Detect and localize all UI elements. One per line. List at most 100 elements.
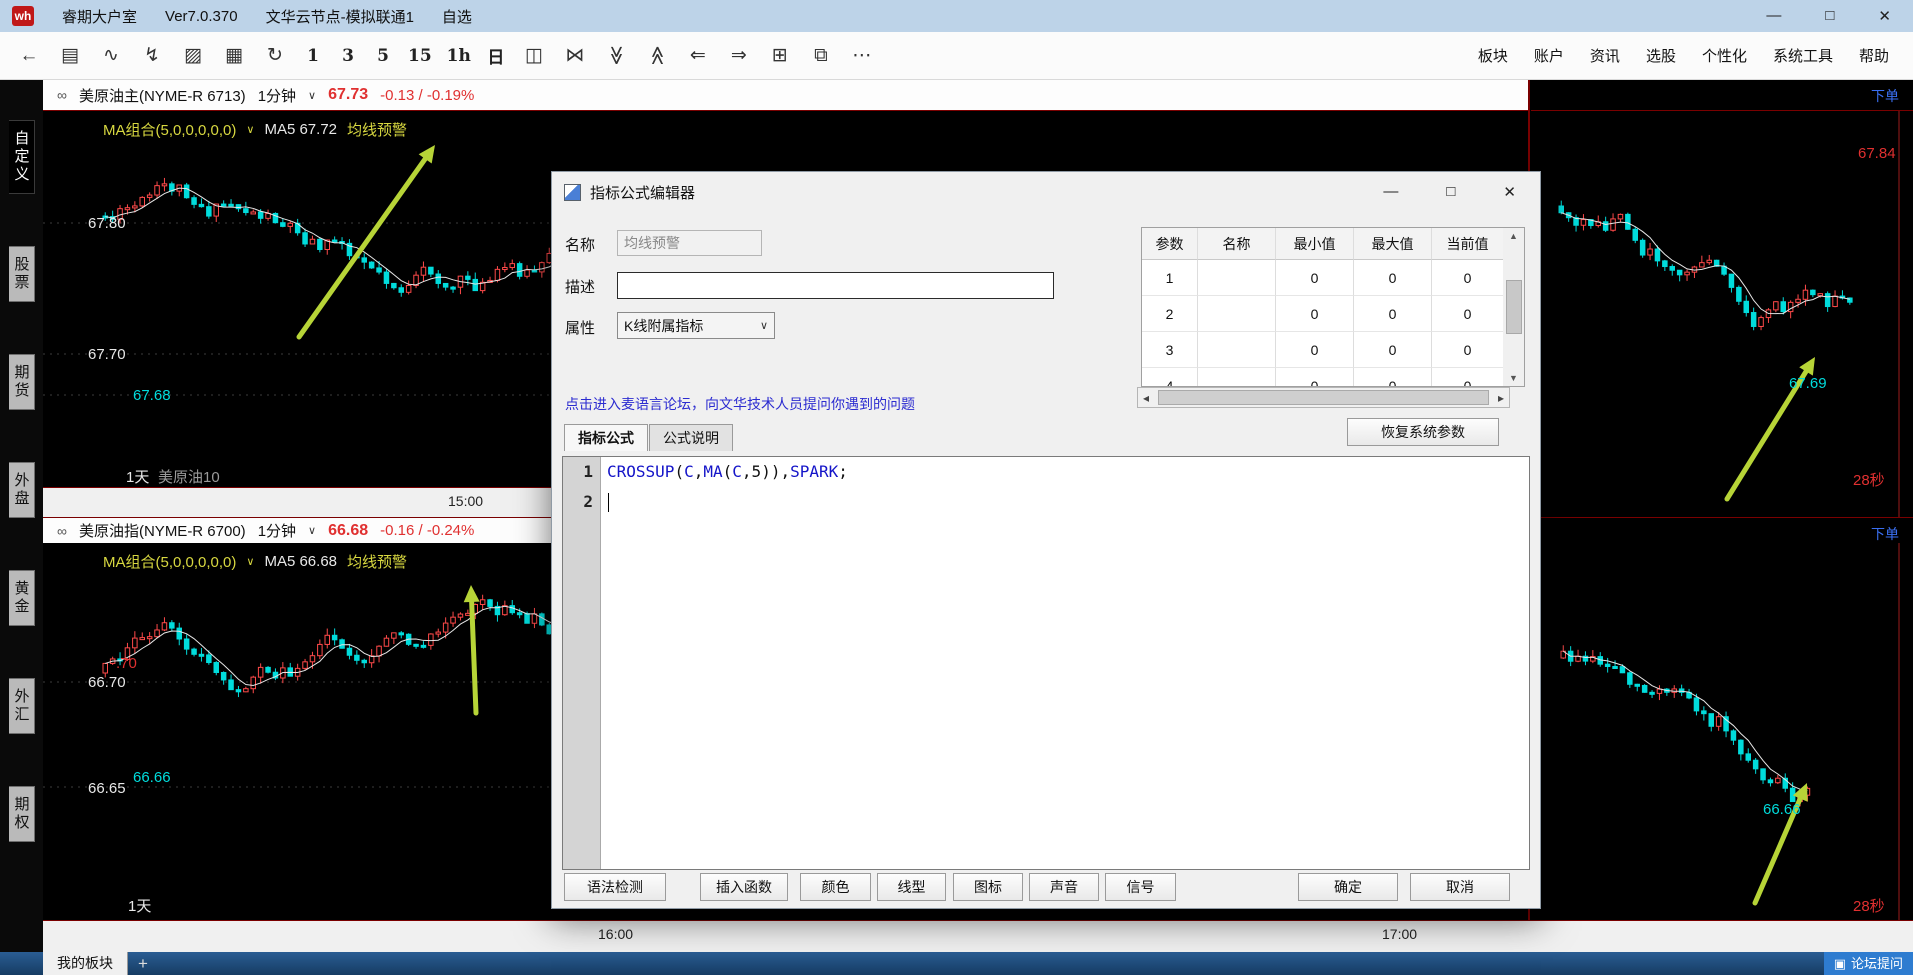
place-order-link[interactable]: 下单 <box>1871 86 1899 106</box>
table-horizontal-scrollbar[interactable]: ◂ ▸ <box>1137 387 1510 408</box>
tab-formula-description[interactable]: 公式说明 <box>649 424 733 451</box>
sidebar-tab-stocks[interactable]: 股票 <box>8 246 35 302</box>
param-current-cell[interactable]: 0 <box>1432 260 1503 296</box>
more-icon[interactable]: ⋯ <box>849 44 875 67</box>
table-vertical-scrollbar[interactable]: ▲ ▼ <box>1503 227 1525 387</box>
param-name-cell[interactable] <box>1198 332 1276 368</box>
save-icon[interactable]: ▦ <box>221 44 247 67</box>
next-page-icon[interactable]: ⇒ <box>726 44 752 67</box>
chart-bottom-right[interactable]: 66.66 28秒 <box>1531 543 1913 920</box>
window-maximize-button[interactable]: □ <box>1825 7 1834 25</box>
contract-period-tab[interactable]: 1天 <box>126 466 149 487</box>
forum-help-link[interactable]: 点击进入麦语言论坛，向文华技术人员提问你遇到的问题 <box>565 394 915 414</box>
trend-line-icon[interactable]: ∿ <box>98 44 124 67</box>
instrument-name[interactable]: 美原油指(NYME-R 6700) <box>79 520 246 541</box>
scroll-left-icon[interactable]: ◂ <box>1138 391 1154 405</box>
syntax-check-button[interactable]: 语法检测 <box>564 873 666 901</box>
period-1hour-button[interactable]: 1h <box>447 46 471 66</box>
scrollbar-thumb[interactable] <box>1505 280 1522 334</box>
insert-function-button[interactable]: 插入函数 <box>700 873 788 901</box>
param-min-cell[interactable]: 0 <box>1276 368 1354 386</box>
quick-tab-favorites[interactable]: 自选 <box>442 6 472 27</box>
param-index-cell[interactable]: 4 <box>1142 368 1198 386</box>
tick-chart-icon[interactable]: ↯ <box>139 44 165 67</box>
place-order-link[interactable]: 下单 <box>1871 524 1899 544</box>
menu-account[interactable]: 账户 <box>1534 45 1564 66</box>
add-board-button[interactable]: + <box>128 954 158 974</box>
dialog-titlebar[interactable]: 指标公式编辑器 — □ ✕ <box>552 172 1540 212</box>
cancel-button[interactable]: 取消 <box>1410 873 1510 901</box>
col-header-min[interactable]: 最小值 <box>1276 228 1354 260</box>
col-header-current[interactable]: 当前值 <box>1432 228 1503 260</box>
collapse-down-icon[interactable]: ≫ <box>604 43 627 69</box>
link-icon[interactable]: ∞ <box>57 87 67 103</box>
window-layout-icon[interactable]: ⧉ <box>808 45 834 67</box>
param-index-cell[interactable]: 3 <box>1142 332 1198 368</box>
period-15min-button[interactable]: 15 <box>408 46 432 66</box>
menu-boards[interactable]: 板块 <box>1478 45 1508 66</box>
compare-icon[interactable]: ◫ <box>521 44 547 67</box>
window-close-button[interactable]: ✕ <box>1878 7 1891 25</box>
param-max-cell[interactable]: 0 <box>1354 332 1432 368</box>
col-header-name[interactable]: 名称 <box>1198 228 1276 260</box>
param-max-cell[interactable]: 0 <box>1354 296 1432 332</box>
instrument-name[interactable]: 美原油主(NYME-R 6713) <box>79 85 246 106</box>
formula-description-input[interactable] <box>617 272 1054 299</box>
menu-help[interactable]: 帮助 <box>1859 45 1889 66</box>
sound-button[interactable]: 声音 <box>1029 873 1099 901</box>
col-header-max[interactable]: 最大值 <box>1354 228 1432 260</box>
param-max-cell[interactable]: 0 <box>1354 368 1432 386</box>
period-selector[interactable]: 1分钟 <box>258 520 296 541</box>
param-index-cell[interactable]: 2 <box>1142 296 1198 332</box>
ma-settings-label[interactable]: MA组合(5,0,0,0,0,0) <box>103 119 236 140</box>
scroll-up-icon[interactable]: ▲ <box>1509 231 1518 241</box>
ma-settings-label[interactable]: MA组合(5,0,0,0,0,0) <box>103 551 236 572</box>
param-name-cell[interactable] <box>1198 368 1276 386</box>
board-tab-my-boards[interactable]: 我的板块 <box>43 952 128 975</box>
sidebar-tab-overseas[interactable]: 外盘 <box>8 462 35 518</box>
formula-name-input[interactable] <box>617 230 762 256</box>
ok-button[interactable]: 确定 <box>1298 873 1398 901</box>
menu-news[interactable]: 资讯 <box>1590 45 1620 66</box>
scroll-down-icon[interactable]: ▼ <box>1509 373 1518 383</box>
collapse-up-icon[interactable]: ≪ <box>645 43 668 69</box>
param-name-cell[interactable] <box>1198 296 1276 332</box>
contract-name-tab[interactable]: 美原油10 <box>158 466 220 487</box>
period-selector[interactable]: 1分钟 <box>258 85 296 106</box>
param-min-cell[interactable]: 0 <box>1276 296 1354 332</box>
scrollbar-thumb[interactable] <box>1158 390 1489 405</box>
chevron-down-icon[interactable]: ∨ <box>308 89 316 102</box>
chevron-down-icon[interactable]: ∨ <box>246 123 254 136</box>
forum-ask-button[interactable]: ▣ 论坛提问 <box>1823 952 1913 975</box>
link-icon[interactable]: ∞ <box>57 523 67 539</box>
param-name-cell[interactable] <box>1198 260 1276 296</box>
dialog-maximize-button[interactable]: □ <box>1446 183 1455 201</box>
night-mode-icon[interactable]: ⋈ <box>562 44 588 67</box>
param-current-cell[interactable]: 0 <box>1432 332 1503 368</box>
chevron-down-icon[interactable]: ∨ <box>246 555 254 568</box>
param-min-cell[interactable]: 0 <box>1276 260 1354 296</box>
attribute-select[interactable]: K线附属指标 ∨ <box>617 312 775 339</box>
param-current-cell[interactable]: 0 <box>1432 296 1503 332</box>
param-current-cell[interactable]: 0 <box>1432 368 1503 387</box>
window-minimize-button[interactable]: — <box>1766 7 1781 25</box>
server-node[interactable]: 文华云节点-模拟联通1 <box>266 6 414 27</box>
period-1min-button[interactable]: 1 <box>303 46 323 66</box>
sidebar-tab-gold[interactable]: 黄金 <box>8 570 35 626</box>
param-min-cell[interactable]: 0 <box>1276 332 1354 368</box>
contract-period-tab[interactable]: 1天 <box>128 895 151 916</box>
color-button[interactable]: 颜色 <box>800 873 871 901</box>
sidebar-tab-options[interactable]: 期权 <box>8 786 35 842</box>
prev-page-icon[interactable]: ⇐ <box>685 44 711 67</box>
col-header-param[interactable]: 参数 <box>1142 228 1198 260</box>
refresh-icon[interactable]: ↻ <box>262 44 288 67</box>
chart-top-right[interactable]: 67.84 67.69 28秒 <box>1531 110 1913 517</box>
code-line[interactable]: CROSSUP(C,MA(C,5)),SPARK; <box>607 457 1529 487</box>
signal-button[interactable]: 信号 <box>1105 873 1176 901</box>
param-index-cell[interactable]: 1 <box>1142 260 1198 296</box>
dialog-minimize-button[interactable]: — <box>1383 183 1398 201</box>
icon-button[interactable]: 图标 <box>953 873 1023 901</box>
chevron-down-icon[interactable]: ∨ <box>308 524 316 537</box>
scroll-right-icon[interactable]: ▸ <box>1493 391 1509 405</box>
period-3min-button[interactable]: 3 <box>338 46 358 66</box>
